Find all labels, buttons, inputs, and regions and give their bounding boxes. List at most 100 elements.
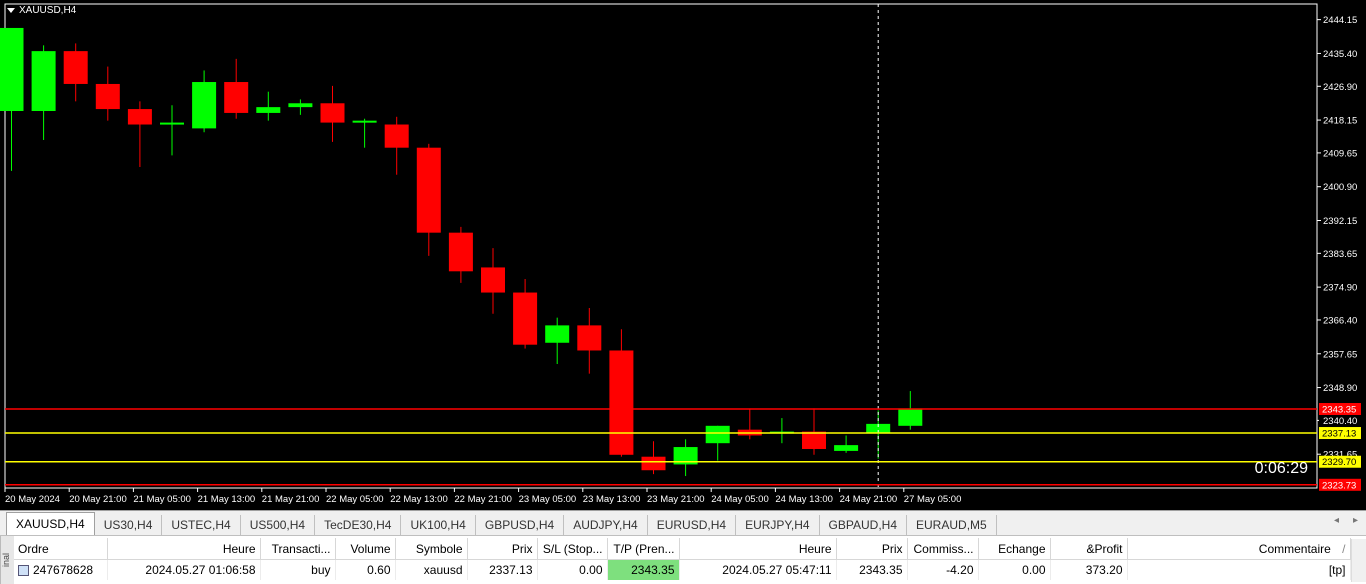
price-chart[interactable]: 2444.15 2435.40 2426.90 2418.15 2409.65 2400.… bbox=[0, 0, 1366, 510]
candle-body bbox=[481, 267, 505, 293]
candle-body bbox=[288, 103, 313, 108]
table-header-row: Ordre Heure Transacti... Volume Symbole … bbox=[14, 538, 1351, 560]
commentaire-label: Commentaire bbox=[1258, 541, 1331, 556]
cell-commentaire: [tp] bbox=[1127, 559, 1351, 580]
time-axis-label: 21 May 13:00 bbox=[198, 494, 256, 505]
col-header-commission[interactable]: Commiss... bbox=[907, 538, 979, 560]
candle-body bbox=[192, 82, 217, 129]
cell-commission: -4.20 bbox=[907, 559, 979, 580]
candle-body bbox=[609, 350, 634, 455]
time-axis-label: 27 May 05:00 bbox=[904, 494, 962, 505]
terminal-scrollbar[interactable] bbox=[1351, 539, 1366, 582]
cell-prix: 2337.13 bbox=[467, 559, 538, 580]
cell-ordre-value: 247678628 bbox=[33, 563, 94, 577]
time-axis-label: 20 May 2024 bbox=[5, 494, 60, 505]
tab-us500-h4[interactable]: US500,H4 bbox=[241, 515, 316, 535]
cell-tp: 2343.35 bbox=[607, 559, 680, 580]
cell-echange: 0.00 bbox=[978, 559, 1051, 580]
candle-body bbox=[352, 120, 377, 123]
price-axis-label: 2374.90 bbox=[1323, 283, 1357, 294]
col-header-echange[interactable]: Echange bbox=[978, 538, 1051, 560]
tab-audjpy-h4[interactable]: AUDJPY,H4 bbox=[564, 515, 648, 535]
candle-body bbox=[0, 27, 24, 111]
col-header-heure[interactable]: Heure bbox=[107, 538, 261, 560]
price-axis-label: 2400.90 bbox=[1323, 182, 1357, 193]
terminal-side-label[interactable]: inal bbox=[0, 536, 14, 584]
tab-euraud-m5[interactable]: EURAUD,M5 bbox=[907, 515, 997, 535]
candle-body bbox=[384, 124, 409, 148]
table-row[interactable]: 247678628 2024.05.27 01:06:58 buy 0.60 x… bbox=[14, 559, 1351, 580]
col-header-symbole[interactable]: Symbole bbox=[395, 538, 468, 560]
order-icon bbox=[18, 565, 29, 576]
time-axis-label: 23 May 05:00 bbox=[519, 494, 577, 505]
current-price-label: 2340.40 bbox=[1323, 416, 1357, 427]
col-header-prix[interactable]: Prix bbox=[467, 538, 538, 560]
candle-body bbox=[95, 83, 120, 110]
candle-body bbox=[641, 456, 666, 471]
tab-eurjpy-h4[interactable]: EURJPY,H4 bbox=[736, 515, 820, 535]
time-axis-label: 21 May 21:00 bbox=[262, 494, 320, 505]
cell-sl: 0.00 bbox=[537, 559, 608, 580]
tab-xauusd-h4[interactable]: XAUUSD,H4 bbox=[6, 512, 95, 535]
cell-transaction: buy bbox=[260, 559, 336, 580]
price-axis-label: 2383.65 bbox=[1323, 249, 1357, 260]
col-header-volume[interactable]: Volume bbox=[335, 538, 396, 560]
candle-body bbox=[898, 408, 923, 426]
col-header-prix-close[interactable]: Prix bbox=[836, 538, 908, 560]
dropdown-triangle-icon[interactable] bbox=[7, 8, 15, 13]
price-axis-label: 2348.90 bbox=[1323, 383, 1357, 394]
chart-plot-border bbox=[4, 3, 1318, 489]
tab-scroll-arrows: ◂ ▸ bbox=[1334, 515, 1358, 526]
price-marker-label: 2323.73 bbox=[1322, 480, 1356, 491]
tab-scroll-right-icon[interactable]: ▸ bbox=[1353, 515, 1358, 526]
tab-uk100-h4[interactable]: UK100,H4 bbox=[401, 515, 476, 535]
candle-body bbox=[416, 147, 441, 233]
tab-ustec-h4[interactable]: USTEC,H4 bbox=[162, 515, 241, 535]
col-header-ordre[interactable]: Ordre bbox=[14, 538, 108, 560]
time-axis-label: 24 May 21:00 bbox=[840, 494, 898, 505]
symbol-tab-bar: XAUUSD,H4 US30,H4 USTEC,H4 US500,H4 TecD… bbox=[0, 510, 1366, 535]
tab-scroll-left-icon[interactable]: ◂ bbox=[1334, 515, 1339, 526]
col-header-heure-close[interactable]: Heure bbox=[679, 538, 837, 560]
candle-body bbox=[545, 325, 570, 343]
cell-prix-close: 2343.35 bbox=[836, 559, 908, 580]
price-axis-label: 2444.15 bbox=[1323, 15, 1357, 26]
tab-gbpaud-h4[interactable]: GBPAUD,H4 bbox=[820, 515, 908, 535]
candle-body bbox=[577, 325, 602, 351]
time-axis-label: 23 May 13:00 bbox=[583, 494, 641, 505]
candle-body bbox=[160, 122, 184, 125]
cell-volume: 0.60 bbox=[335, 559, 396, 580]
col-header-profit[interactable]: &Profit bbox=[1050, 538, 1128, 560]
candle-body bbox=[802, 431, 826, 449]
price-marker-label: 2343.35 bbox=[1322, 405, 1356, 416]
chart-symbol-label[interactable]: XAUUSD,H4 bbox=[7, 5, 76, 16]
cell-ordre: 247678628 bbox=[14, 559, 108, 580]
price-axis-label: 2426.90 bbox=[1323, 82, 1357, 93]
cell-heure: 2024.05.27 01:06:58 bbox=[107, 559, 261, 580]
tab-eurusd-h4[interactable]: EURUSD,H4 bbox=[648, 515, 737, 535]
time-axis-label: 20 May 21:00 bbox=[69, 494, 127, 505]
price-axis-label: 2435.40 bbox=[1323, 49, 1357, 60]
cell-symbole: xauusd bbox=[395, 559, 468, 580]
candle-body bbox=[705, 425, 730, 444]
candle-body bbox=[31, 51, 56, 111]
col-header-commentaire[interactable]: Commentaire / bbox=[1127, 538, 1351, 560]
time-axis-label: 22 May 21:00 bbox=[454, 494, 512, 505]
candlestick-chart-canvas[interactable]: 2444.15 2435.40 2426.90 2418.15 2409.65 2400.… bbox=[0, 0, 1366, 510]
orders-history-table: Ordre Heure Transacti... Volume Symbole … bbox=[14, 538, 1351, 580]
col-header-transaction[interactable]: Transacti... bbox=[260, 538, 336, 560]
chart-symbol-text: XAUUSD,H4 bbox=[19, 5, 77, 16]
col-header-tp[interactable]: T/P (Pren... bbox=[607, 538, 680, 560]
time-axis-label: 24 May 05:00 bbox=[711, 494, 769, 505]
candle-body bbox=[513, 292, 538, 345]
tab-us30-h4[interactable]: US30,H4 bbox=[95, 515, 163, 535]
candle-body bbox=[63, 51, 88, 84]
price-axis-label: 2418.15 bbox=[1323, 116, 1357, 127]
price-marker-label: 2337.13 bbox=[1322, 429, 1356, 440]
tab-tecde30-h4[interactable]: TecDE30,H4 bbox=[315, 515, 402, 535]
cell-profit: 373.20 bbox=[1050, 559, 1128, 580]
bar-countdown-timer: 0:06:29 bbox=[1254, 460, 1308, 477]
time-axis-label: 22 May 05:00 bbox=[326, 494, 384, 505]
col-header-sl[interactable]: S/L (Stop... bbox=[537, 538, 608, 560]
tab-gbpusd-h4[interactable]: GBPUSD,H4 bbox=[476, 515, 565, 535]
